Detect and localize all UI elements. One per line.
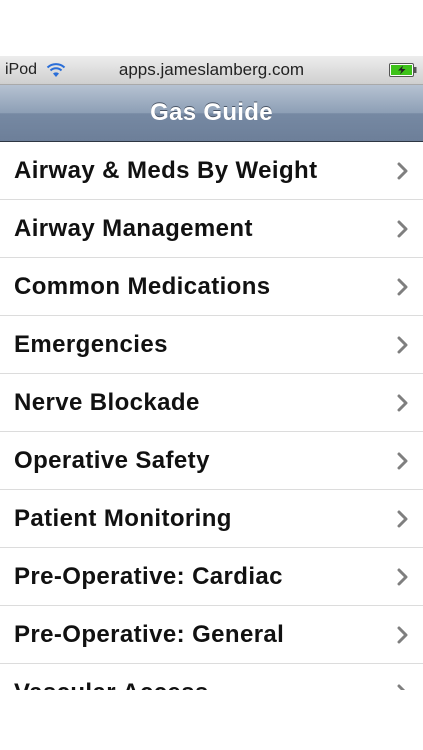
list-item[interactable]: Nerve Blockade (0, 374, 423, 432)
status-bar: iPod apps.jameslamberg.com (0, 56, 423, 85)
list-item-label: Emergencies (14, 330, 168, 358)
chevron-right-icon (397, 452, 408, 469)
list-item-label: Pre-Operative: Cardiac (14, 562, 283, 590)
navigation-bar: Gas Guide (0, 85, 423, 142)
wifi-icon (46, 63, 66, 77)
battery-charging-icon (389, 63, 417, 77)
list-item[interactable]: Patient Monitoring (0, 490, 423, 548)
chevron-right-icon (397, 220, 408, 237)
chevron-right-icon (397, 336, 408, 353)
chevron-right-icon (397, 568, 408, 585)
list-item-label: Airway Management (14, 214, 253, 242)
chevron-right-icon (397, 278, 408, 295)
list-item-label: Pre-Operative: General (14, 620, 285, 648)
top-margin (0, 0, 423, 56)
list-item[interactable]: Airway Management (0, 200, 423, 258)
list-item[interactable]: Airway & Meds By Weight (0, 142, 423, 200)
chevron-right-icon (397, 626, 408, 643)
list-item-label: Patient Monitoring (14, 504, 232, 532)
list-item-label: Nerve Blockade (14, 388, 200, 416)
chevron-right-icon (397, 394, 408, 411)
carrier-label: iPod (5, 61, 38, 78)
list-item[interactable]: Pre-Operative: Cardiac (0, 548, 423, 606)
chevron-right-icon (397, 510, 408, 527)
list-item[interactable]: Operative Safety (0, 432, 423, 490)
list-item[interactable]: Common Medications (0, 258, 423, 316)
list-item[interactable]: Vascular Access (0, 664, 423, 692)
list-item-label: Common Medications (14, 272, 271, 300)
bottom-margin (0, 690, 423, 750)
status-left: iPod (0, 61, 105, 79)
list-item-label: Airway & Meds By Weight (14, 156, 318, 184)
list-item[interactable]: Pre-Operative: General (0, 606, 423, 664)
page-title: Gas Guide (150, 99, 273, 126)
menu-list[interactable]: Airway & Meds By Weight Airway Management… (0, 142, 423, 692)
list-item[interactable]: Emergencies (0, 316, 423, 374)
list-item-label: Operative Safety (14, 446, 210, 474)
chevron-right-icon (397, 162, 408, 179)
app-screen: iPod apps.jameslamberg.com Gas Guide Air… (0, 0, 423, 750)
